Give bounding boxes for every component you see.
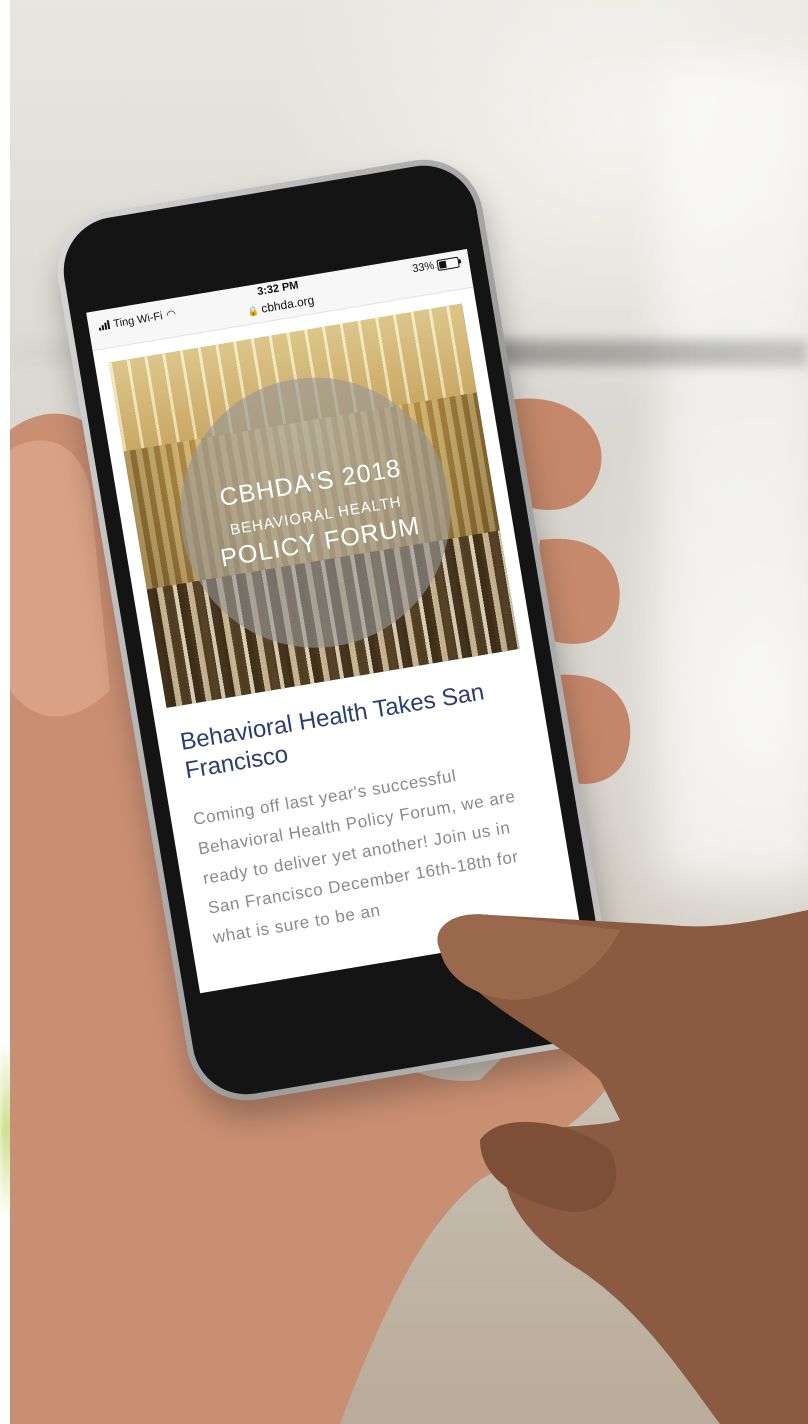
background-window-light [660, 60, 808, 880]
lock-icon: 🔒 [246, 305, 260, 318]
address-bar-url: cbhda.org [260, 293, 316, 316]
photo-scene: Ting Wi-Fi ◠ 3:32 PM 🔒cbhda.org 33% CBHD… [0, 0, 808, 1424]
hero-image[interactable]: CBHDA'S 2018 BEHAVIORAL HEALTH POLICY FO… [108, 303, 520, 708]
right-hand [437, 910, 808, 1424]
